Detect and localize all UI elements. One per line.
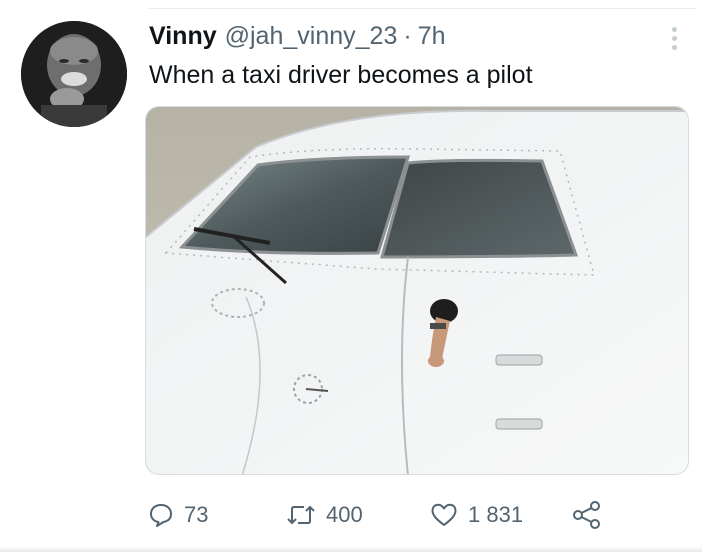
share-button[interactable] <box>572 497 602 533</box>
top-divider <box>148 8 696 9</box>
more-dots-icon[interactable] <box>664 24 686 54</box>
tweet-header: Vinny @jah_vinny_23 · 7h <box>149 22 445 54</box>
separator-dot: · <box>403 22 412 50</box>
reply-count: 73 <box>184 502 209 527</box>
retweet-count: 400 <box>326 502 363 527</box>
like-count: 1 831 <box>468 502 524 527</box>
user-handle[interactable]: @jah_vinny_23 <box>225 22 398 51</box>
tweet-actions: 73 400 1 831 <box>148 497 618 533</box>
avatar-image <box>21 21 127 127</box>
retweet-button[interactable]: 400 <box>286 497 363 533</box>
bottom-divider <box>0 546 702 552</box>
reply-button[interactable]: 73 <box>148 497 208 533</box>
tweet-text: When a taxi driver becomes a pilot <box>149 61 533 89</box>
like-button[interactable]: 1 831 <box>430 497 523 533</box>
share-nodes-icon <box>573 501 600 529</box>
retweet-arrows-icon <box>287 505 315 525</box>
reply-bubble-icon <box>150 504 172 527</box>
timestamp[interactable]: 7h <box>418 22 446 51</box>
avatar[interactable] <box>21 21 127 127</box>
display-name[interactable]: Vinny <box>149 22 217 51</box>
tweet-media-image[interactable] <box>145 106 689 475</box>
heart-icon <box>431 503 457 526</box>
